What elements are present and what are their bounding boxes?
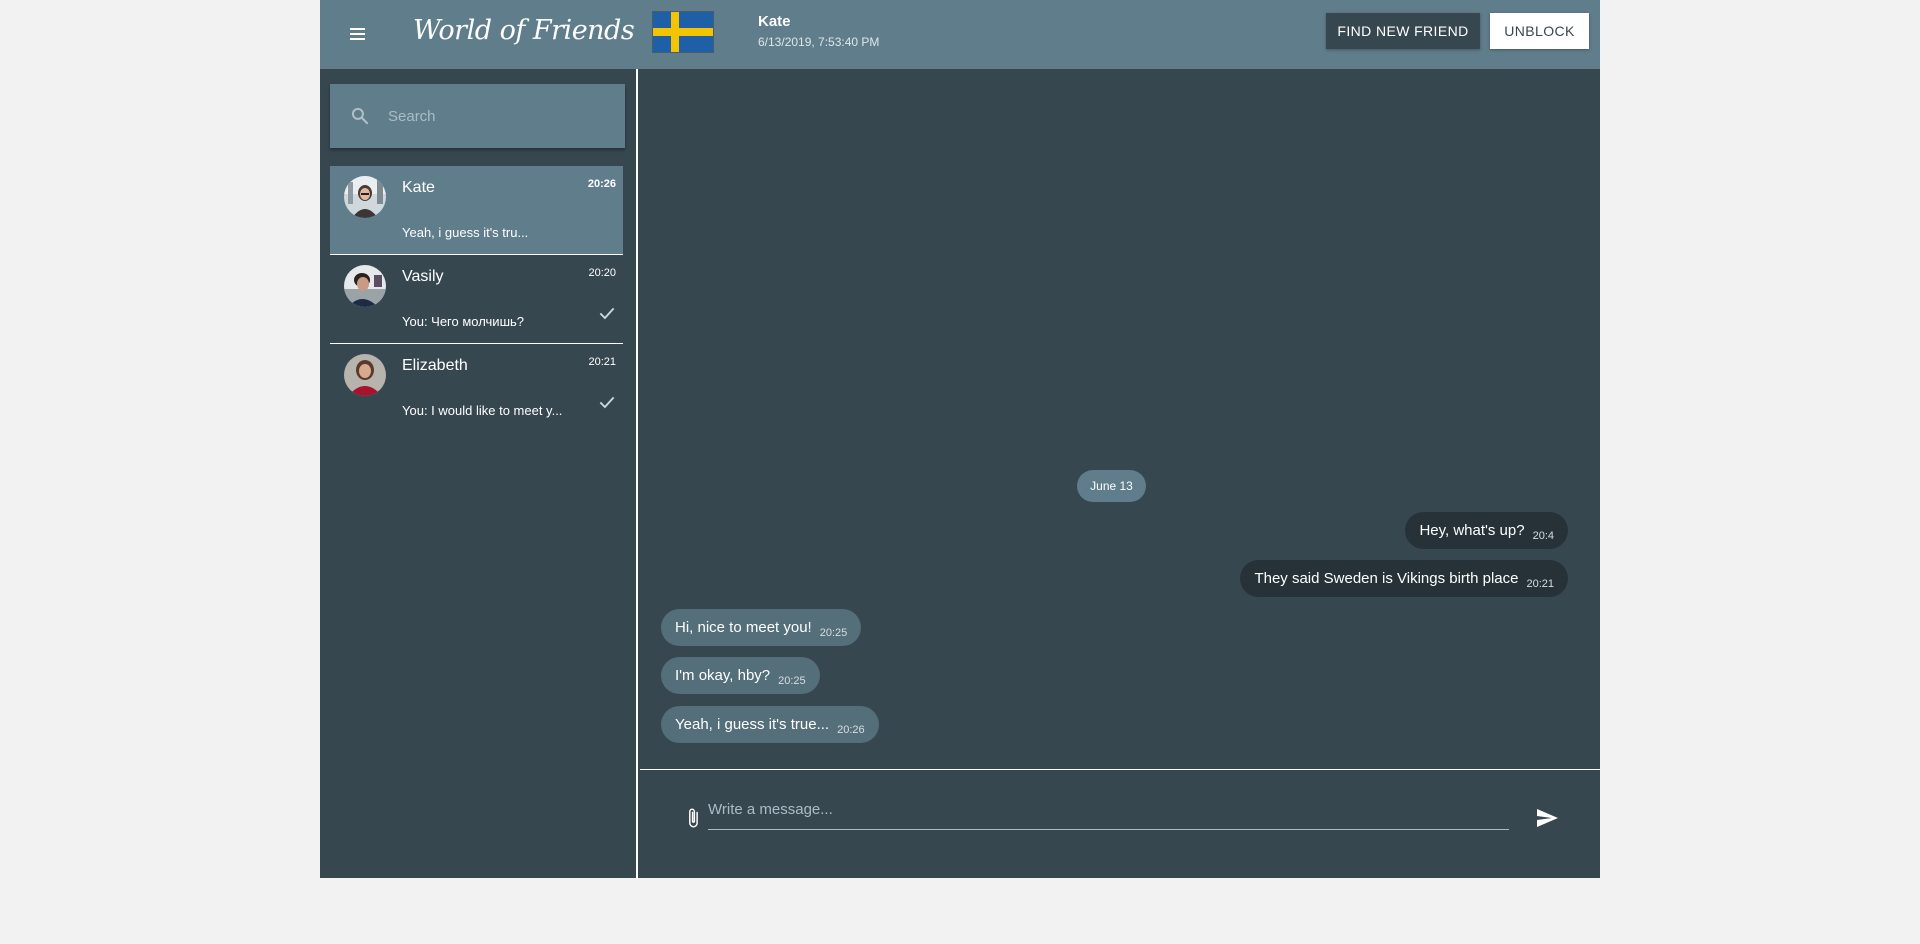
top-bar: World of Friends Kate 6/13/2019, 7:53:40… — [320, 0, 1600, 69]
message-time: 20:26 — [837, 724, 865, 736]
search-box[interactable] — [330, 84, 625, 148]
message-bubble-incoming: Yeah, i guess it's true... 20:26 — [661, 706, 879, 743]
message-time: 20:25 — [778, 675, 806, 687]
read-check-icon — [599, 396, 615, 409]
contact-time: 20:26 — [587, 178, 616, 190]
read-check-icon — [599, 307, 615, 320]
app-brand: World of Friends — [413, 15, 635, 46]
contact-name: Kate — [402, 179, 435, 196]
contact-preview: Yeah, i guess it's tru... — [402, 225, 529, 240]
contact-item-elizabeth[interactable]: Elizabeth 20:21 You: I would like to mee… — [330, 344, 623, 432]
avatar — [344, 265, 386, 307]
message-time: 20:4 — [1532, 530, 1554, 542]
contact-preview: You: Чего молчишь? — [402, 314, 525, 329]
contact-time: 20:20 — [588, 267, 616, 279]
contact-item-kate[interactable]: Kate 20:26 Yeah, i guess it's tru... — [330, 166, 623, 255]
message-text: Hey, what's up? — [1419, 522, 1525, 539]
chat-peer-last-seen: 6/13/2019, 7:53:40 PM — [758, 35, 880, 49]
message-time: 20:21 — [1526, 578, 1554, 590]
contact-name: Vasily — [402, 268, 444, 285]
contacts-sidebar: Kate 20:26 Yeah, i guess it's tru... Vas… — [320, 69, 638, 878]
send-icon[interactable] — [1535, 806, 1559, 830]
message-text: I'm okay, hby? — [675, 667, 771, 684]
date-separator: June 13 — [1077, 470, 1146, 502]
message-time: 20:25 — [819, 627, 848, 639]
message-bubble-incoming: Hi, nice to meet you! 20:25 — [661, 609, 862, 646]
search-icon — [351, 107, 369, 125]
chat-peer-name: Kate — [758, 13, 791, 30]
contact-time: 20:21 — [588, 356, 616, 368]
find-new-friend-button[interactable]: FIND NEW FRIEND — [1326, 13, 1480, 49]
messenger-app: World of Friends Kate 6/13/2019, 7:53:40… — [320, 0, 1600, 878]
message-bubble-outgoing: They said Sweden is Vikings birth place 2… — [1240, 560, 1568, 597]
message-input[interactable] — [708, 798, 1509, 830]
message-bubble-incoming: I'm okay, hby? 20:25 — [661, 657, 820, 694]
avatar — [344, 354, 386, 396]
unblock-button[interactable]: UNBLOCK — [1490, 13, 1589, 49]
message-composer — [640, 769, 1600, 878]
message-text: They said Sweden is Vikings birth place — [1254, 570, 1519, 587]
sweden-flag-icon — [653, 12, 713, 52]
contact-preview: You: I would like to meet y... — [402, 403, 563, 418]
search-input[interactable] — [388, 104, 608, 128]
message-text: Yeah, i guess it's true... — [675, 716, 830, 733]
chat-area: June 13 Hey, what's up? 20:4 They said Sw… — [640, 69, 1600, 769]
contact-item-vasily[interactable]: Vasily 20:20 You: Чего молчишь? — [330, 255, 623, 344]
avatar — [344, 176, 386, 218]
message-text: Hi, nice to meet you! — [675, 619, 812, 636]
contact-name: Elizabeth — [402, 357, 468, 374]
hamburger-menu-icon[interactable] — [345, 22, 369, 46]
paperclip-icon[interactable] — [682, 806, 704, 830]
message-bubble-outgoing: Hey, what's up? 20:4 — [1405, 512, 1568, 549]
